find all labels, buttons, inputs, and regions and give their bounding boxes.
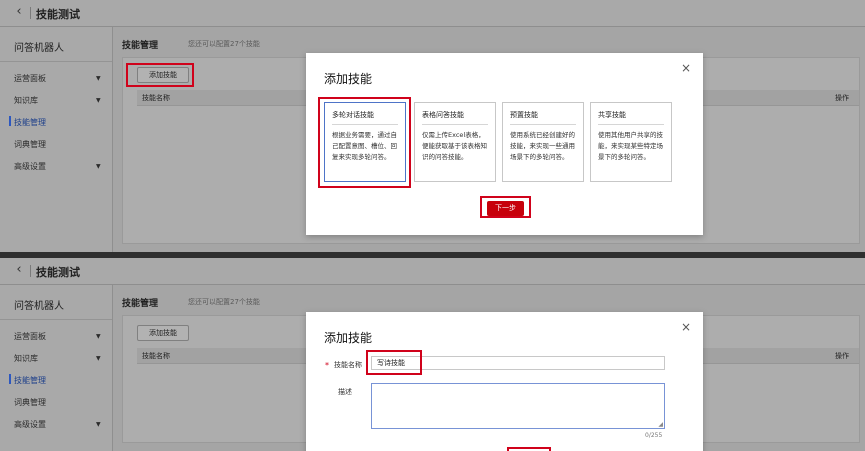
close-icon[interactable]: × bbox=[681, 320, 691, 334]
highlight-next-button bbox=[480, 196, 531, 218]
tile-description: 使用系统已经创建好的技能，来实现一些通用场景下的多轮问答。 bbox=[510, 131, 575, 161]
caret-down-icon: ▼ bbox=[96, 163, 101, 170]
skill-quota-note: 您还可以配置27个技能 bbox=[188, 298, 260, 306]
highlight-add-skill bbox=[126, 63, 194, 87]
column-skill-name: 技能名称 bbox=[142, 352, 170, 360]
sidebar: 问答机器人 运营面板 ▼ 知识库 ▼ 技能管理 词典管理 高级设置 ▼ bbox=[0, 27, 113, 252]
active-indicator bbox=[9, 116, 11, 126]
skill-type-table-qa[interactable]: 表格问答技能 仅需上传Excel表格，便能获取基于该表格知识的问答技能。 bbox=[414, 102, 496, 182]
caret-down-icon: ▼ bbox=[96, 97, 101, 104]
chevron-left-icon[interactable]: ‹ bbox=[12, 4, 26, 19]
sidebar-item-knowledge-base[interactable]: 知识库 bbox=[14, 353, 38, 364]
sidebar: 问答机器人 运营面板 ▼ 知识库 ▼ 技能管理 词典管理 高级设置 ▼ bbox=[0, 285, 113, 451]
sidebar-title: 问答机器人 bbox=[14, 43, 64, 54]
tile-title: 预置技能 bbox=[510, 111, 538, 119]
tile-title: 共享技能 bbox=[598, 111, 626, 119]
top-bar: ‹ 技能测试 bbox=[0, 0, 865, 27]
page-title: 技能测试 bbox=[36, 8, 80, 21]
required-mark: * bbox=[325, 361, 329, 370]
caret-down-icon: ▼ bbox=[96, 355, 101, 362]
description-label: 描述 bbox=[338, 388, 352, 396]
sidebar-item-dictionary[interactable]: 词典管理 bbox=[14, 139, 46, 150]
skill-name-label: 技能名称 bbox=[334, 361, 362, 369]
tile-description: 使用其他用户共享的技能，来实现某些特定场景下的多轮问答。 bbox=[598, 131, 663, 161]
skill-type-preset[interactable]: 预置技能 使用系统已经创建好的技能，来实现一些通用场景下的多轮问答。 bbox=[502, 102, 584, 182]
caret-down-icon: ▼ bbox=[96, 421, 101, 428]
dialog-title: 添加技能 bbox=[324, 331, 373, 345]
screenshot-step-2: ‹ 技能测试 问答机器人 运营面板 ▼ 知识库 ▼ 技能管理 词典管理 高级设置… bbox=[0, 258, 865, 451]
tile-title: 表格问答技能 bbox=[422, 111, 464, 119]
sidebar-item-skill-management[interactable]: 技能管理 bbox=[14, 375, 46, 386]
sidebar-title: 问答机器人 bbox=[14, 301, 64, 312]
page-title: 技能测试 bbox=[36, 266, 80, 279]
highlight-skill-name bbox=[366, 350, 422, 375]
section-heading: 技能管理 bbox=[122, 299, 159, 309]
chevron-left-icon[interactable]: ‹ bbox=[12, 262, 26, 277]
sidebar-item-skill-management[interactable]: 技能管理 bbox=[14, 117, 46, 128]
divider bbox=[0, 319, 112, 320]
sidebar-item-ops-panel[interactable]: 运营面板 bbox=[14, 331, 46, 342]
divider bbox=[598, 124, 664, 125]
char-counter: 0/255 bbox=[645, 432, 663, 439]
tile-description: 仅需上传Excel表格，便能获取基于该表格知识的问答技能。 bbox=[422, 131, 487, 161]
skill-type-shared[interactable]: 共享技能 使用其他用户共享的技能，来实现某些特定场景下的多轮问答。 bbox=[590, 102, 672, 182]
divider bbox=[510, 124, 576, 125]
top-bar: ‹ 技能测试 bbox=[0, 258, 865, 285]
sidebar-item-advanced-settings[interactable]: 高级设置 bbox=[14, 419, 46, 430]
sidebar-item-ops-panel[interactable]: 运营面板 bbox=[14, 73, 46, 84]
divider bbox=[30, 7, 31, 19]
dialog-title: 添加技能 bbox=[324, 72, 373, 86]
resize-grip-icon[interactable]: ◢ bbox=[658, 421, 663, 428]
active-indicator bbox=[9, 374, 11, 384]
divider bbox=[422, 124, 488, 125]
sidebar-item-advanced-settings[interactable]: 高级设置 bbox=[14, 161, 46, 172]
caret-down-icon: ▼ bbox=[96, 333, 101, 340]
section-heading: 技能管理 bbox=[122, 41, 159, 51]
add-skill-dialog-step-2: 添加技能 × * 技能名称 写诗技能 描述 ◢ 0/255 bbox=[306, 312, 703, 451]
add-skill-button[interactable]: 添加技能 bbox=[137, 325, 189, 341]
caret-down-icon: ▼ bbox=[96, 75, 101, 82]
column-operation: 操作 bbox=[835, 352, 849, 360]
skill-quota-note: 您还可以配置27个技能 bbox=[188, 40, 260, 48]
sidebar-item-knowledge-base[interactable]: 知识库 bbox=[14, 95, 38, 106]
sidebar-item-dictionary[interactable]: 词典管理 bbox=[14, 397, 46, 408]
description-textarea[interactable]: ◢ bbox=[371, 383, 665, 429]
highlight-multi-turn-tile bbox=[318, 97, 411, 188]
screenshot-step-1: ‹ 技能测试 问答机器人 运营面板 ▼ 知识库 ▼ 技能管理 词典管理 高级设置… bbox=[0, 0, 865, 252]
highlight-next-button-partial bbox=[507, 447, 551, 451]
close-icon[interactable]: × bbox=[681, 61, 691, 75]
divider bbox=[0, 61, 112, 62]
divider bbox=[30, 265, 31, 277]
column-skill-name: 技能名称 bbox=[142, 94, 170, 102]
column-operation: 操作 bbox=[835, 94, 849, 102]
